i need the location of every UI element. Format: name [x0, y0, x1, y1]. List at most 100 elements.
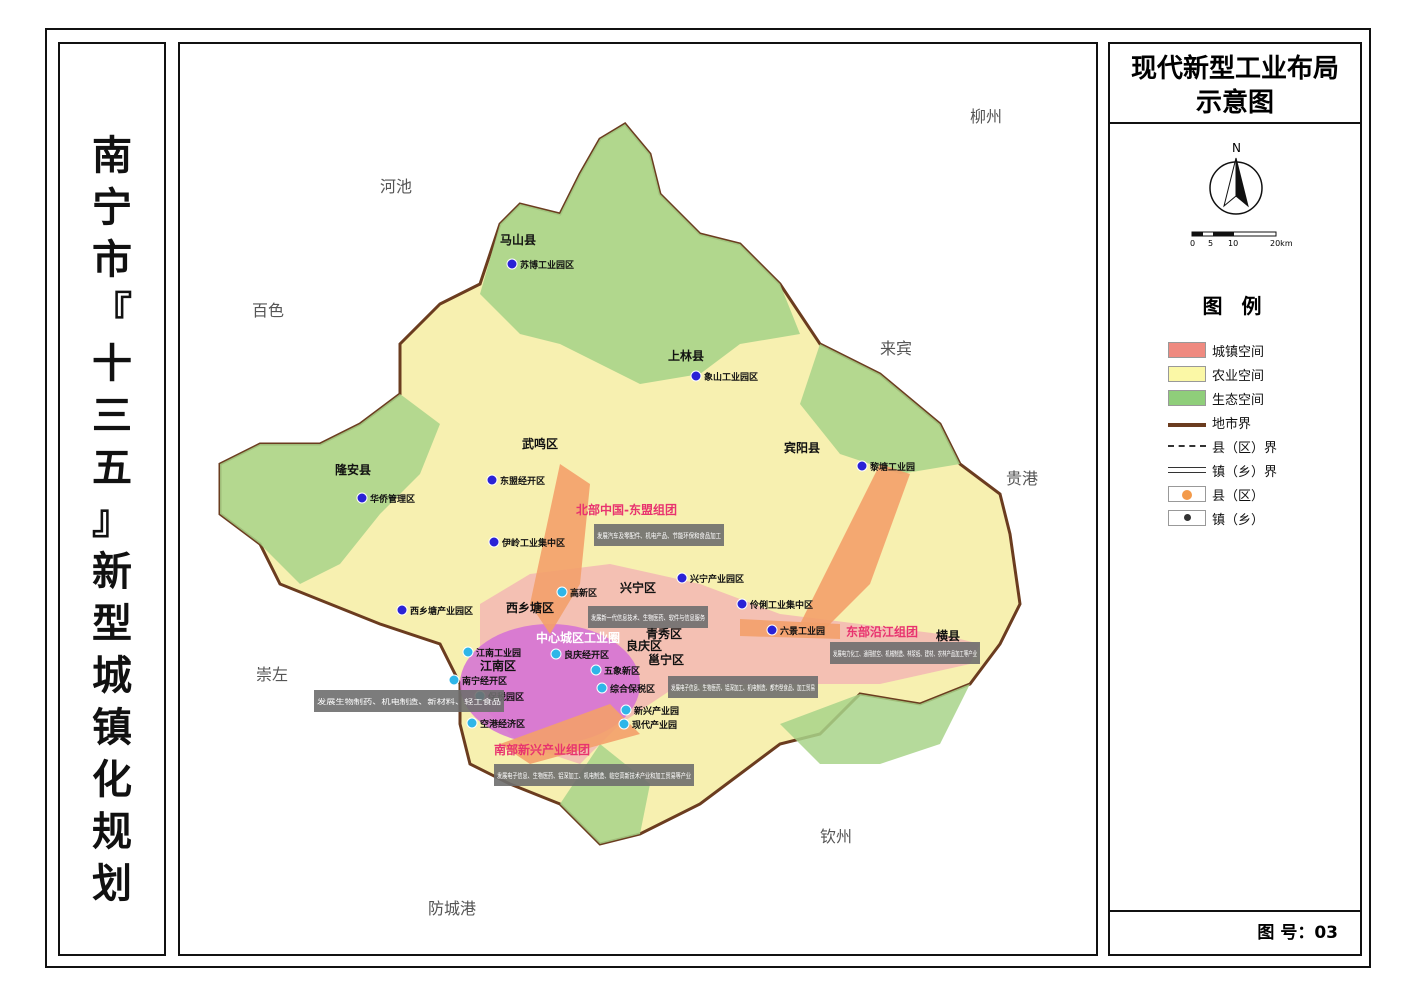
- county-label: 良庆区: [626, 638, 662, 653]
- note-text: 发展生物制药、机电制造、新材料、轻工食品: [317, 697, 501, 706]
- title-glyph: 五: [92, 445, 132, 491]
- title-glyph: 划: [92, 861, 132, 907]
- county-label: 邕宁区: [648, 652, 684, 667]
- title-glyph: 市: [92, 237, 132, 283]
- park-marker: [448, 674, 460, 686]
- legend-item: 城镇空间: [1168, 340, 1264, 360]
- park-marker: [462, 646, 474, 658]
- county-label: 宾阳县: [784, 440, 820, 455]
- park-marker: [488, 536, 500, 548]
- legend-item: 县（区）界: [1168, 436, 1277, 456]
- cluster-label: 北部中国-东盟组团: [576, 502, 677, 517]
- neighbor-label: 崇左: [256, 665, 288, 684]
- park-label: 东盟经开区: [500, 475, 545, 487]
- title-glyph: 化: [92, 757, 132, 803]
- note-text: 发展电子信息、生物医药、铝深加工、机电制造、都市型食品、加工贸易: [671, 683, 815, 692]
- title-panel: 南宁市『十三五』新型城镇化规划: [58, 42, 166, 956]
- title-glyph: 城: [92, 653, 132, 699]
- park-marker: [506, 258, 518, 270]
- legend-label: 镇（乡）界: [1212, 464, 1278, 480]
- park-marker: [676, 572, 688, 584]
- park-label: 苏博工业园区: [520, 259, 574, 271]
- title-glyph: 』: [92, 497, 132, 543]
- park-marker: [396, 604, 408, 616]
- park-marker: [620, 704, 632, 716]
- park-label: 综合保税区: [610, 683, 655, 695]
- note-text: 发展电子信息、生物医药、铝深加工、机电制造、临空高新技术产业和加工贸易等产业: [497, 771, 691, 780]
- park-marker: [690, 370, 702, 382]
- title-glyph: 镇: [92, 705, 132, 751]
- park-marker: [466, 717, 478, 729]
- north-arrow-icon: N: [1209, 141, 1263, 215]
- cluster-label: 中心城区工业圈: [536, 630, 620, 645]
- title-glyph: 『: [92, 289, 132, 335]
- park-label: 华侨管理区: [370, 493, 415, 505]
- park-label: 南宁经开区: [462, 675, 507, 687]
- vertical-title: 南宁市『十三五』新型城镇化规划: [60, 130, 164, 910]
- cluster-label: 东部沿江组团: [846, 624, 918, 639]
- park-label: 五象新区: [604, 665, 640, 677]
- park-label: 空港经济区: [480, 718, 525, 730]
- county-label: 武鸣区: [522, 436, 558, 451]
- note-text: 发展电力化工、通用航空、机械制造、林浆纸、建材、农林产品加工等产业: [833, 649, 977, 658]
- legend-swatch: [1168, 486, 1206, 502]
- park-marker: [356, 492, 368, 504]
- title-glyph: 南: [92, 133, 132, 179]
- park-marker: [596, 682, 608, 694]
- scale-tick-20: 20km: [1270, 239, 1293, 248]
- legend-item: 地市界: [1168, 412, 1251, 432]
- svg-text:N: N: [1232, 141, 1241, 155]
- map-canvas: 河池 柳州百色来宾贵港崇左钦州防城港 马山县上林县武鸣区 宾阳县隆安县兴宁区西乡塘区…: [218, 107, 1038, 918]
- legend-swatch: [1168, 390, 1206, 406]
- park-marker: [766, 624, 778, 636]
- map-panel: 河池 柳州 百色 来宾 贵港 崇左 钦州 防城港 马山县 上林县 武鸣区 宾阳县 隆安县 兴宁区 西乡塘区…: [178, 42, 1098, 956]
- park-label: 高新区: [570, 587, 597, 599]
- scale-tick-10: 10: [1228, 239, 1238, 248]
- legend-label: 生态空间: [1212, 392, 1265, 408]
- park-marker: [590, 664, 602, 676]
- park-marker: [736, 598, 748, 610]
- park-marker: [556, 586, 568, 598]
- legend-label: 镇（乡）: [1212, 512, 1265, 528]
- legend-swatch: [1168, 445, 1206, 447]
- neighbor-label: 河池: [380, 177, 412, 196]
- scale-bar: 0 5 10 20km: [1190, 231, 1293, 248]
- scale-tick-0: 0: [1190, 239, 1195, 248]
- legend-swatch: [1168, 366, 1206, 382]
- legend-title-line2: 示意图: [1195, 88, 1274, 118]
- note-text: 发展新一代信息技术、生物医药、软件与信息服务: [591, 613, 705, 622]
- park-label: 现代产业园: [632, 719, 677, 731]
- legend-heading: 图 例: [1202, 294, 1268, 318]
- legend-swatch: [1168, 467, 1206, 473]
- note-text: 发展汽车及零配件、机电产品、节能环保和食品加工: [597, 531, 721, 540]
- title-glyph: 规: [92, 809, 132, 855]
- county-label: 兴宁区: [620, 580, 656, 595]
- park-label: 兴宁产业园区: [690, 573, 744, 585]
- county-label: 隆安县: [335, 462, 371, 477]
- legend-label: 县（区）界: [1212, 440, 1278, 456]
- legend-panel: 现代新型工业布局 示意图 N 0 5 10 20km 图 例 城镇空间 农业空间生…: [1108, 42, 1362, 956]
- title-glyph: 型: [92, 601, 132, 647]
- park-label: 伶俐工业集中区: [749, 599, 813, 611]
- legend-label: 县（区）: [1212, 488, 1265, 504]
- county-label: 横县: [936, 628, 960, 643]
- park-label: 黎塘工业园: [869, 461, 915, 473]
- park-marker: [856, 460, 868, 472]
- neighbor-label: 柳州: [970, 107, 1002, 126]
- legend-item: 生态空间: [1168, 388, 1264, 408]
- park-label: 新兴产业园: [634, 705, 679, 717]
- scale-tick-5: 5: [1208, 239, 1213, 248]
- park-marker: [550, 648, 562, 660]
- park-label: 六景工业园: [780, 625, 825, 637]
- park-label: 象山工业园区: [704, 371, 758, 383]
- park-label: 西乡塘产业园区: [410, 605, 473, 617]
- cluster-label: 南部新兴产业组团: [494, 742, 590, 757]
- neighbor-label: 钦州: [820, 827, 852, 846]
- legend-label: 地市界: [1212, 416, 1252, 432]
- park-marker: [486, 474, 498, 486]
- park-label: 良庆经开区: [564, 649, 609, 661]
- neighbor-label: 百色: [252, 301, 284, 320]
- legend-item: 农业空间: [1168, 364, 1264, 384]
- legend-swatch: [1168, 423, 1206, 427]
- county-label: 西乡塘区: [506, 600, 554, 615]
